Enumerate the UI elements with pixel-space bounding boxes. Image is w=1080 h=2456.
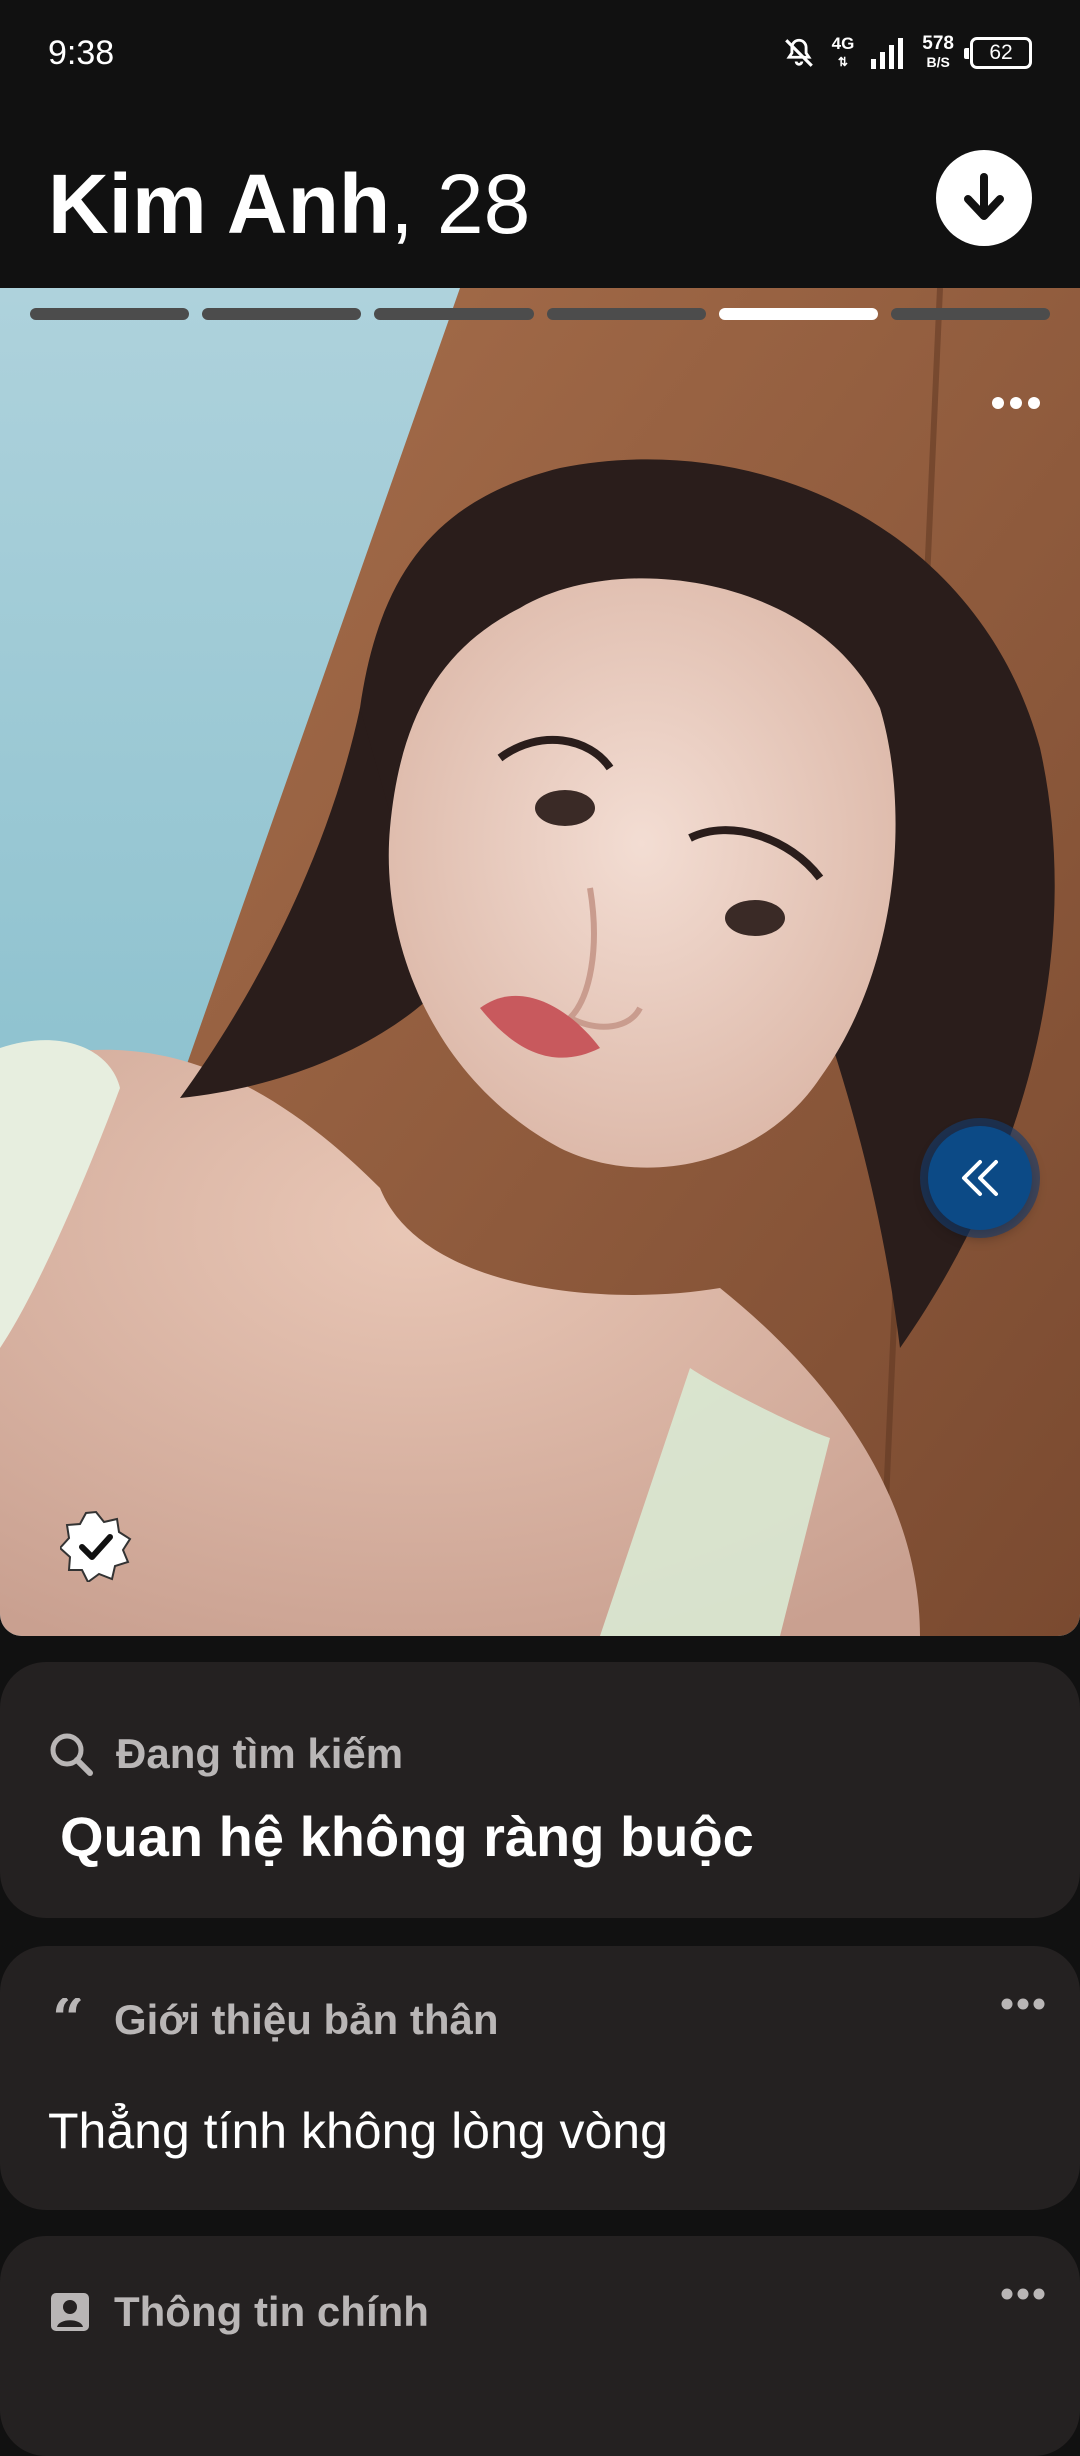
name-separator: , [390, 157, 437, 251]
photo-progress [30, 308, 1051, 320]
signal-icon [871, 38, 904, 69]
looking-for-header: Đang tìm kiếm [48, 1730, 403, 1778]
bio-label: Giới thiệu bản thân [114, 1996, 499, 2043]
more-horizontal-icon[interactable] [1000, 1996, 1046, 2012]
bio-card: “ Giới thiệu bản thân Thẳng tính không l… [0, 1946, 1080, 2210]
photo-image [0, 288, 1080, 1636]
quote-icon: “ [52, 1998, 84, 2042]
svg-text:“: “ [52, 1998, 84, 2042]
network-type: 4G ⇅ [831, 34, 855, 70]
photo-progress-segment [718, 308, 878, 320]
photo-progress-segment [546, 308, 706, 320]
bio-header: “ Giới thiệu bản thân [48, 1996, 499, 2044]
verified-badge-icon[interactable] [60, 1510, 132, 1582]
essentials-card: Thông tin chính [0, 2236, 1080, 2456]
essentials-label: Thông tin chính [114, 2288, 429, 2335]
profile-photo[interactable] [0, 288, 1080, 1636]
more-horizontal-icon[interactable] [990, 394, 1042, 412]
photo-progress-segment [890, 308, 1051, 320]
double-chevron-left-icon [962, 1160, 998, 1196]
looking-for-value: Quan hệ không ràng buộc [60, 1805, 754, 1868]
profile-name: Kim Anh [48, 157, 391, 251]
status-bar: 9:38 4G ⇅ 578 B/S 62 [0, 0, 1080, 108]
more-horizontal-icon[interactable] [1000, 2286, 1046, 2302]
download-arrow-icon [964, 173, 1004, 220]
profile-age: 28 [436, 157, 531, 251]
notifications-off-icon [784, 38, 813, 67]
status-icons: 4G ⇅ 578 B/S 62 [782, 30, 1032, 76]
photo-progress-segment [202, 308, 362, 320]
essentials-header: Thông tin chính [48, 2288, 429, 2336]
download-button[interactable] [936, 150, 1032, 246]
bio-value: Thẳng tính không lòng vòng [48, 2103, 668, 2159]
search-icon [50, 1733, 93, 1776]
looking-for-label: Đang tìm kiếm [116, 1730, 404, 1777]
looking-for-card: Đang tìm kiếm Quan hệ không ràng buộc [0, 1662, 1080, 1918]
photo-progress-segment [30, 308, 190, 320]
profile-title: Kim Anh, 28 [48, 156, 530, 253]
photo-progress-segment [374, 308, 534, 320]
rewind-button[interactable] [928, 1126, 1032, 1230]
status-time: 9:38 [48, 34, 115, 72]
network-speed: 578 B/S [922, 33, 954, 70]
contact-card-icon [51, 2293, 89, 2331]
profile-header: Kim Anh, 28 [0, 108, 1080, 288]
battery-icon: 62 [964, 37, 1032, 69]
